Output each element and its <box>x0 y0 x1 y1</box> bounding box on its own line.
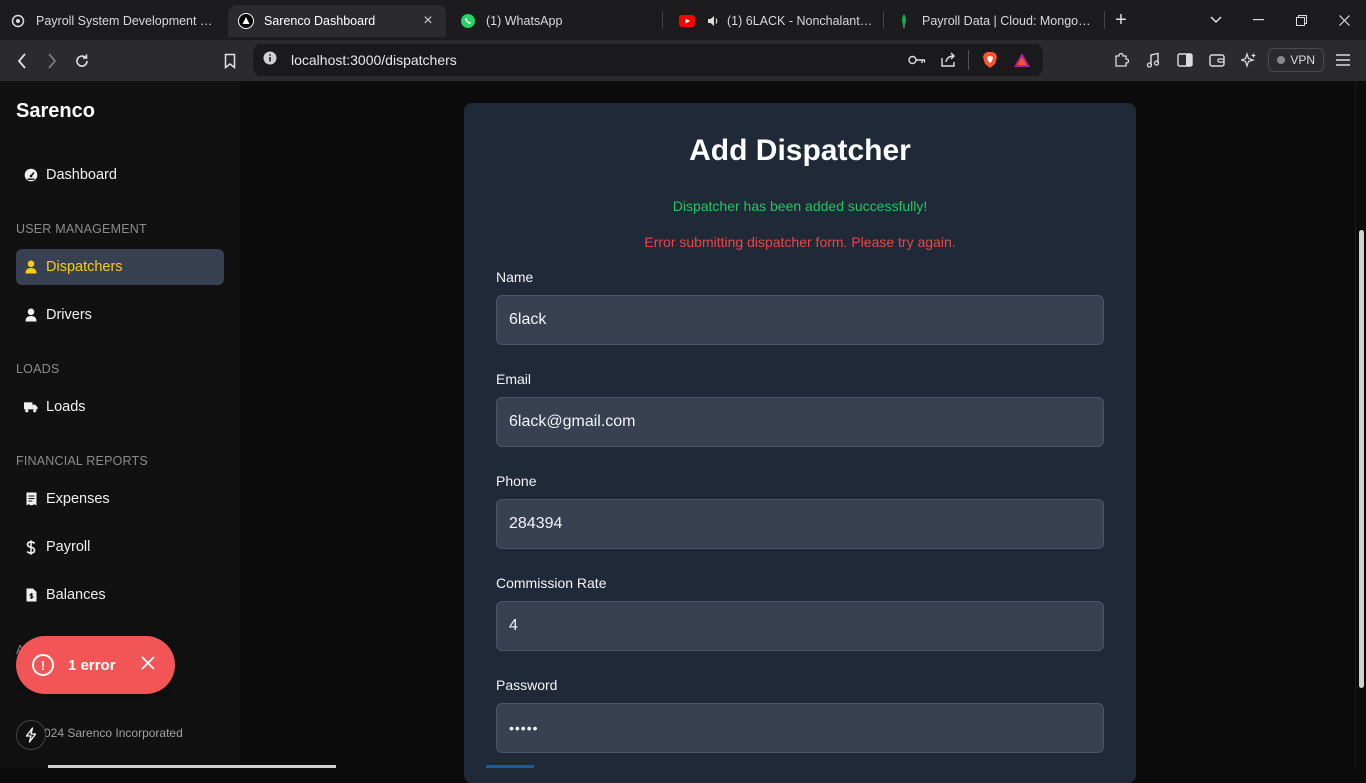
vpn-button[interactable]: VPN <box>1268 48 1324 72</box>
sidebar-item-label: Dispatchers <box>46 259 123 275</box>
mongodb-leaf-icon <box>896 13 912 29</box>
back-icon[interactable] <box>7 46 37 76</box>
add-dispatcher-card: Add Dispatcher Dispatcher has been added… <box>464 103 1136 783</box>
restore-icon[interactable] <box>1280 0 1323 40</box>
tab-separator <box>662 11 663 29</box>
section-financial-reports: FINANCIAL REPORTS <box>16 454 148 468</box>
tab-separator <box>883 11 884 29</box>
sidebar-item-balances[interactable]: Balances <box>16 577 224 613</box>
browser-right-tools: VPN <box>1108 44 1356 76</box>
section-loads: LOADS <box>16 362 60 376</box>
openai-icon <box>10 13 26 29</box>
browser-tab-bar: Payroll System Development Guide Sarenco… <box>0 0 1366 40</box>
sidebar-item-payroll[interactable]: Payroll <box>16 529 224 565</box>
commission-rate-field[interactable]: 4 <box>496 601 1104 651</box>
sidebar-item-dashboard[interactable]: Dashboard <box>16 157 224 193</box>
nextjs-icon <box>238 12 254 29</box>
tab-sarenco-dashboard[interactable]: Sarenco Dashboard × <box>228 4 446 37</box>
bookmark-icon[interactable] <box>215 46 245 76</box>
main-content: Add Dispatcher Dispatcher has been added… <box>240 81 1356 783</box>
commission-rate-label: Commission Rate <box>496 575 607 591</box>
page-title: Add Dispatcher <box>689 134 911 167</box>
sidebar-item-label: Drivers <box>46 307 92 323</box>
user-icon <box>24 308 38 322</box>
password-key-icon[interactable] <box>906 49 928 71</box>
sidebar-item-label: Balances <box>46 587 106 603</box>
brave-shields-icon[interactable] <box>979 49 1001 71</box>
scrollbar-thumb[interactable] <box>1359 230 1364 688</box>
tab-search-chevron-icon[interactable] <box>1194 0 1237 40</box>
reload-icon[interactable] <box>67 46 97 76</box>
url-separator <box>968 50 969 70</box>
vpn-label: VPN <box>1290 53 1315 67</box>
email-field[interactable]: 6lack@gmail.com <box>496 397 1104 447</box>
section-user-management: USER MANAGEMENT <box>16 222 147 236</box>
tab-mongodb[interactable]: Payroll Data | Cloud: MongoDB Cloud <box>886 5 1104 37</box>
youtube-icon <box>679 13 695 29</box>
forward-icon[interactable] <box>37 46 67 76</box>
brand-logo-text[interactable]: Sarenco <box>16 100 95 123</box>
sidebar-item-expenses[interactable]: Expenses <box>16 481 224 517</box>
tab-payroll-guide[interactable]: Payroll System Development Guide <box>0 5 226 37</box>
address-bar[interactable]: localhost:3000/dispatchers <box>253 44 1043 76</box>
gauge-icon <box>24 168 38 182</box>
sidebar-item-dispatchers[interactable]: Dispatchers <box>16 249 224 285</box>
sidebar-item-label: Expenses <box>46 491 110 507</box>
nextjs-dev-indicator[interactable] <box>16 720 46 750</box>
dollar-icon <box>24 539 38 555</box>
sidebar-item-label: Payroll <box>46 539 91 555</box>
share-icon[interactable] <box>938 49 960 71</box>
invoice-dollar-icon <box>24 588 38 602</box>
page-scrollbar[interactable] <box>1356 81 1366 768</box>
phone-field[interactable]: 284394 <box>496 499 1104 549</box>
vpn-status-dot <box>1277 56 1286 64</box>
window-controls <box>1194 0 1366 40</box>
menu-hamburger-icon[interactable] <box>1330 47 1356 73</box>
error-toast[interactable]: ! 1 error <box>16 636 175 694</box>
browser-toolbar: localhost:3000/dispatchers VPN <box>0 40 1366 81</box>
media-music-icon[interactable] <box>1140 47 1166 73</box>
wallet-icon[interactable] <box>1204 47 1230 73</box>
error-message: Error submitting dispatcher form. Please… <box>644 234 956 250</box>
alert-circle-icon: ! <box>32 654 54 676</box>
tab-title: Payroll System Development Guide <box>36 13 216 28</box>
truck-icon <box>24 400 38 414</box>
name-field[interactable]: 6lack <box>496 295 1104 345</box>
sidebar-item-loads[interactable]: Loads <box>16 389 224 425</box>
email-label: Email <box>496 371 532 387</box>
sidebar-item-drivers[interactable]: Drivers <box>16 297 224 333</box>
new-tab-button[interactable]: + <box>1105 4 1137 36</box>
close-window-icon[interactable] <box>1323 0 1366 40</box>
minimize-icon[interactable] <box>1237 0 1280 40</box>
name-label: Name <box>496 269 534 285</box>
tab-title: (1) 6LACK - Nonchalant [Official Video] <box>727 13 873 28</box>
close-toast-icon[interactable] <box>141 655 155 675</box>
tab-whatsapp[interactable]: (1) WhatsApp <box>450 5 662 37</box>
tab-youtube[interactable]: (1) 6LACK - Nonchalant [Official Video] <box>669 5 883 37</box>
password-label: Password <box>496 677 558 693</box>
copyright-text: 024 Sarenco Incorporated <box>44 726 183 740</box>
extensions-puzzle-icon[interactable] <box>1108 47 1134 73</box>
site-info-icon[interactable] <box>263 51 277 70</box>
leo-ai-icon[interactable] <box>1236 47 1262 73</box>
speaker-icon[interactable] <box>705 13 721 29</box>
success-message: Dispatcher has been added successfully! <box>672 198 928 214</box>
whatsapp-icon <box>460 13 476 29</box>
phone-label: Phone <box>496 473 537 489</box>
sidebar-toggle-icon[interactable] <box>1172 47 1198 73</box>
tab-title: Sarenco Dashboard <box>264 13 376 28</box>
tab-title: (1) WhatsApp <box>486 13 563 28</box>
password-field[interactable]: ••••• <box>496 703 1104 753</box>
lightning-bolt-icon <box>25 727 37 743</box>
tab-title: Payroll Data | Cloud: MongoDB Cloud <box>922 13 1094 28</box>
sidebar-item-label: Dashboard <box>46 167 117 183</box>
error-count-label: 1 error <box>68 656 116 674</box>
sidebar-item-label: Loads <box>46 399 86 415</box>
close-tab-icon[interactable]: × <box>420 12 436 29</box>
receipt-icon <box>24 492 38 506</box>
brave-rewards-icon[interactable] <box>1011 49 1033 71</box>
url-text: localhost:3000/dispatchers <box>291 52 457 68</box>
user-icon <box>24 260 38 274</box>
